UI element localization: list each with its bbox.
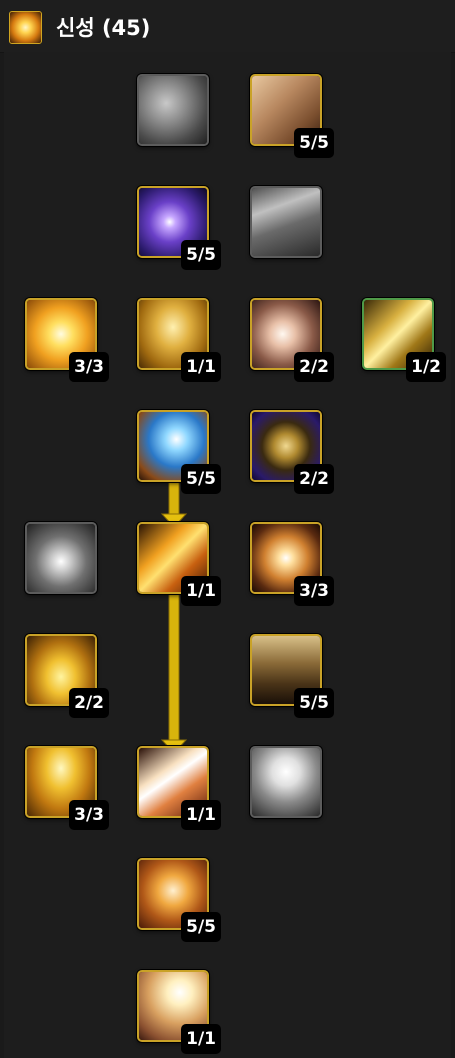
- rank-badge: 3/3: [294, 576, 334, 606]
- talent-light-explosion[interactable]: [25, 522, 97, 594]
- radiant-angel-icon: [252, 748, 320, 816]
- rank-badge: 5/5: [181, 240, 221, 270]
- talent-flaming-gauntlet[interactable]: 1/1: [137, 522, 221, 606]
- rank-badge: 5/5: [181, 464, 221, 494]
- rank-badge: 5/5: [181, 912, 221, 942]
- rank-badge: 1/1: [181, 352, 221, 382]
- talent-flaming-sword[interactable]: 1/1: [137, 746, 221, 830]
- tree-title: 신성 (45): [56, 16, 151, 40]
- holy-burst-icon: [9, 11, 42, 44]
- rank-badge: 5/5: [294, 128, 334, 158]
- rank-badge: 2/2: [294, 352, 334, 382]
- talent-sacred-altar[interactable]: 5/5: [137, 858, 221, 942]
- rank-badge: 2/2: [294, 464, 334, 494]
- talent-golden-fire[interactable]: 2/2: [25, 634, 109, 718]
- rank-badge: 1/1: [181, 1024, 221, 1054]
- talent-holy-cross-shield[interactable]: 2/2: [250, 410, 334, 494]
- rank-badge: 3/3: [69, 352, 109, 382]
- talent-hammer[interactable]: [250, 186, 322, 258]
- talent-stone-skin[interactable]: [137, 74, 209, 146]
- talent-blessing-hand[interactable]: 5/5: [137, 410, 221, 494]
- talent-arcane-orb[interactable]: 3/3: [250, 522, 334, 606]
- rank-badge: 1/2: [406, 352, 446, 382]
- rank-badge: 5/5: [294, 688, 334, 718]
- talent-glowing-hand[interactable]: 2/2: [250, 298, 334, 382]
- talent-scroll[interactable]: 5/5: [250, 74, 334, 158]
- rank-badge: 2/2: [69, 688, 109, 718]
- talent-radiant-figure[interactable]: 1/1: [137, 298, 221, 382]
- talent-armored-paladin[interactable]: 5/5: [250, 634, 334, 718]
- talent-healing-light[interactable]: 1/1: [137, 970, 221, 1054]
- talent-tree-header: 신성 (45): [0, 0, 455, 53]
- rank-badge: 3/3: [69, 800, 109, 830]
- hammer-icon: [252, 188, 320, 256]
- rank-badge: 1/1: [181, 800, 221, 830]
- light-explosion-icon: [27, 524, 95, 592]
- talent-divine-head[interactable]: 5/5: [137, 186, 221, 270]
- talent-holy-burst[interactable]: 3/3: [25, 298, 109, 382]
- talent-golden-pillar[interactable]: 3/3: [25, 746, 109, 830]
- rank-badge: 1/1: [181, 576, 221, 606]
- stone-skin-icon: [139, 76, 207, 144]
- talent-golden-wings[interactable]: 1/2: [362, 298, 446, 382]
- talent-radiant-angel[interactable]: [250, 746, 322, 818]
- prereq-arrow-long: [160, 594, 188, 754]
